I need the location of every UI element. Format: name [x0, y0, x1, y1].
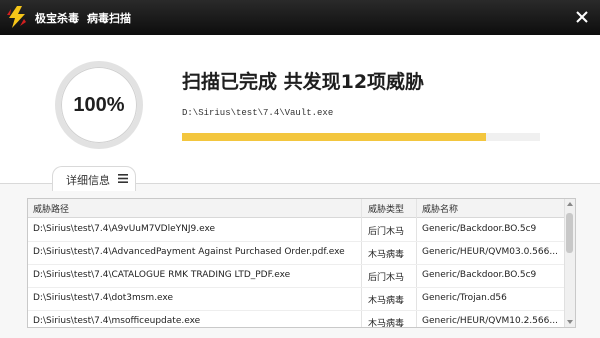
table-header: 威胁路径 威胁类型 威胁名称	[28, 199, 565, 218]
threat-type: 木马病毒	[368, 250, 405, 260]
threat-type: 后门木马	[368, 227, 405, 237]
threat-name: Generic/HEUR/QVM10.2.566...	[422, 316, 558, 326]
current-scan-path: D:\Sirius\test\7.4\Vault.exe	[182, 108, 334, 118]
threat-name: Generic/Backdoor.BO.5c9	[422, 270, 537, 280]
title-bar: 极宝杀毒 病毒扫描	[0, 0, 600, 35]
threat-path: D:\Sirius\test\7.4\msofficeupdate.exe	[33, 316, 201, 326]
scan-progress-fill	[182, 133, 487, 141]
app-name: 极宝杀毒	[35, 12, 79, 25]
progress-ring: 100%	[55, 61, 143, 149]
lightning-logo-icon	[7, 6, 26, 28]
column-header-type[interactable]: 威胁类型	[368, 202, 404, 215]
scan-progress-bar	[182, 133, 540, 141]
threat-name: Generic/HEUR/QVM03.0.566...	[422, 247, 558, 257]
table-row[interactable]: D:\Sirius\test\7.4\msofficeupdate.exe 木马…	[28, 310, 565, 328]
table-row[interactable]: D:\Sirius\test\7.4\A9vUuM7VDleYNJ9.exe 后…	[28, 218, 565, 242]
progress-percent: 100%	[73, 94, 125, 116]
scrollbar-thumb[interactable]	[566, 213, 573, 253]
details-tab-label: 详细信息	[66, 174, 110, 187]
threat-path: D:\Sirius\test\7.4\CATALOGUE RMK TRADING…	[33, 270, 291, 280]
threat-type: 木马病毒	[368, 296, 405, 306]
table-row[interactable]: D:\Sirius\test\7.4\dot3msm.exe 木马病毒 Gene…	[28, 287, 565, 311]
scan-summary: 100% 扫描已完成 共发现12项威胁 D:\Sirius\test\7.4\V…	[0, 35, 600, 183]
threat-name: Generic/Backdoor.BO.5c9	[422, 224, 537, 234]
table-scrollbar[interactable]	[564, 199, 575, 327]
threat-name: Generic/Trojan.d56	[422, 293, 507, 303]
threat-path: D:\Sirius\test\7.4\A9vUuM7VDleYNJ9.exe	[33, 224, 216, 234]
column-header-name[interactable]: 威胁名称	[422, 202, 458, 215]
details-tab[interactable]: 详细信息	[52, 166, 136, 191]
table-row[interactable]: D:\Sirius\test\7.4\AdvancedPayment Again…	[28, 241, 565, 265]
threat-type: 后门木马	[368, 273, 405, 283]
scroll-up-arrow-icon[interactable]	[567, 202, 573, 206]
close-icon[interactable]	[574, 9, 590, 25]
window-subtitle: 病毒扫描	[87, 12, 131, 25]
table-row[interactable]: D:\Sirius\test\7.4\CATALOGUE RMK TRADING…	[28, 264, 565, 288]
scroll-down-arrow-icon[interactable]	[567, 320, 573, 324]
window-title: 极宝杀毒 病毒扫描	[35, 10, 131, 26]
column-header-path[interactable]: 威胁路径	[33, 202, 69, 215]
threat-type: 木马病毒	[368, 319, 405, 328]
threat-table: 威胁路径 威胁类型 威胁名称 D:\Sirius\test\7.4\A9vUuM…	[27, 198, 576, 328]
scan-result-headline: 扫描已完成 共发现12项威胁	[182, 71, 425, 93]
hamburger-menu-icon[interactable]	[118, 174, 128, 183]
threat-path: D:\Sirius\test\7.4\dot3msm.exe	[33, 293, 174, 303]
threat-path: D:\Sirius\test\7.4\AdvancedPayment Again…	[33, 247, 345, 257]
